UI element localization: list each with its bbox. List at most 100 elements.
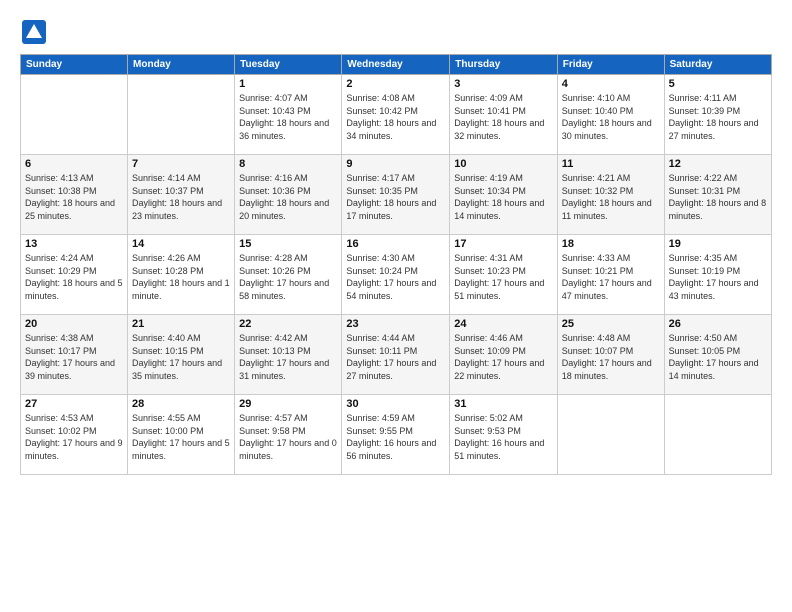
- calendar-cell: 1 Sunrise: 4:07 AM Sunset: 10:43 PM Dayli…: [235, 75, 342, 155]
- day-info: Sunrise: 4:28 AM Sunset: 10:26 PM Daylig…: [239, 252, 337, 302]
- calendar-cell: [21, 75, 128, 155]
- calendar-cell: 15 Sunrise: 4:28 AM Sunset: 10:26 PM Dayl…: [235, 235, 342, 315]
- day-info: Sunrise: 4:53 AM Sunset: 10:02 PM Daylig…: [25, 412, 123, 462]
- calendar-day-header: Tuesday: [235, 55, 342, 75]
- calendar-week-row: 6Sunrise: 4:13 AM Sunset: 10:38 PM Dayli…: [21, 155, 772, 235]
- calendar-cell: 7 Sunrise: 4:14 AM Sunset: 10:37 PM Dayli…: [128, 155, 235, 235]
- day-info: Sunrise: 4:42 AM Sunset: 10:13 PM Daylig…: [239, 332, 337, 382]
- calendar-table: SundayMondayTuesdayWednesdayThursdayFrid…: [20, 54, 772, 475]
- day-info: Sunrise: 4:55 AM Sunset: 10:00 PM Daylig…: [132, 412, 230, 462]
- calendar-day-header: Monday: [128, 55, 235, 75]
- day-number: 17: [454, 238, 552, 250]
- day-number: 28: [132, 398, 230, 410]
- day-info: Sunrise: 4:07 AM Sunset: 10:43 PM Daylig…: [239, 92, 337, 142]
- calendar-cell: 8 Sunrise: 4:16 AM Sunset: 10:36 PM Dayli…: [235, 155, 342, 235]
- calendar-cell: 10 Sunrise: 4:19 AM Sunset: 10:34 PM Dayl…: [450, 155, 557, 235]
- day-number: 8: [239, 158, 337, 170]
- day-info: Sunrise: 4:17 AM Sunset: 10:35 PM Daylig…: [346, 172, 445, 222]
- day-number: 10: [454, 158, 552, 170]
- logo: [20, 18, 52, 46]
- day-number: 29: [239, 398, 337, 410]
- day-info: Sunrise: 4:33 AM Sunset: 10:21 PM Daylig…: [562, 252, 660, 302]
- day-number: 12: [669, 158, 767, 170]
- calendar-cell: 31 Sunrise: 5:02 AM Sunset: 9:53 PM Dayli…: [450, 395, 557, 475]
- calendar-cell: 16 Sunrise: 4:30 AM Sunset: 10:24 PM Dayl…: [342, 235, 450, 315]
- day-number: 23: [346, 318, 445, 330]
- calendar-cell: 18 Sunrise: 4:33 AM Sunset: 10:21 PM Dayl…: [557, 235, 664, 315]
- day-info: Sunrise: 4:14 AM Sunset: 10:37 PM Daylig…: [132, 172, 230, 222]
- calendar-cell: 3Sunrise: 4:09 AM Sunset: 10:41 PM Dayli…: [450, 75, 557, 155]
- calendar-day-header: Sunday: [21, 55, 128, 75]
- day-number: 2: [346, 78, 445, 90]
- calendar-cell: 19 Sunrise: 4:35 AM Sunset: 10:19 PM Dayl…: [664, 235, 771, 315]
- day-number: 20: [25, 318, 123, 330]
- calendar-cell: 6Sunrise: 4:13 AM Sunset: 10:38 PM Dayli…: [21, 155, 128, 235]
- day-number: 18: [562, 238, 660, 250]
- day-number: 4: [562, 78, 660, 90]
- day-number: 19: [669, 238, 767, 250]
- calendar-cell: [664, 395, 771, 475]
- day-number: 15: [239, 238, 337, 250]
- logo-icon: [20, 18, 48, 46]
- calendar-day-header: Thursday: [450, 55, 557, 75]
- day-info: Sunrise: 4:50 AM Sunset: 10:05 PM Daylig…: [669, 332, 767, 382]
- day-number: 11: [562, 158, 660, 170]
- day-info: Sunrise: 4:26 AM Sunset: 10:28 PM Daylig…: [132, 252, 230, 302]
- calendar-cell: 17 Sunrise: 4:31 AM Sunset: 10:23 PM Dayl…: [450, 235, 557, 315]
- day-number: 30: [346, 398, 445, 410]
- day-number: 9: [346, 158, 445, 170]
- day-number: 13: [25, 238, 123, 250]
- day-info: Sunrise: 4:35 AM Sunset: 10:19 PM Daylig…: [669, 252, 767, 302]
- calendar-cell: 9 Sunrise: 4:17 AM Sunset: 10:35 PM Dayli…: [342, 155, 450, 235]
- calendar-cell: 23 Sunrise: 4:44 AM Sunset: 10:11 PM Dayl…: [342, 315, 450, 395]
- day-info: Sunrise: 4:19 AM Sunset: 10:34 PM Daylig…: [454, 172, 552, 222]
- calendar-cell: 27 Sunrise: 4:53 AM Sunset: 10:02 PM Dayl…: [21, 395, 128, 475]
- day-info: Sunrise: 4:59 AM Sunset: 9:55 PM Dayligh…: [346, 412, 445, 462]
- day-info: Sunrise: 4:48 AM Sunset: 10:07 PM Daylig…: [562, 332, 660, 382]
- day-number: 26: [669, 318, 767, 330]
- calendar-cell: 20 Sunrise: 4:38 AM Sunset: 10:17 PM Dayl…: [21, 315, 128, 395]
- day-number: 7: [132, 158, 230, 170]
- calendar-header-row: SundayMondayTuesdayWednesdayThursdayFrid…: [21, 55, 772, 75]
- day-number: 27: [25, 398, 123, 410]
- calendar-cell: 26 Sunrise: 4:50 AM Sunset: 10:05 PM Dayl…: [664, 315, 771, 395]
- day-info: Sunrise: 4:08 AM Sunset: 10:42 PM Daylig…: [346, 92, 445, 142]
- calendar-week-row: 27 Sunrise: 4:53 AM Sunset: 10:02 PM Dayl…: [21, 395, 772, 475]
- day-info: Sunrise: 4:40 AM Sunset: 10:15 PM Daylig…: [132, 332, 230, 382]
- calendar-body: 1 Sunrise: 4:07 AM Sunset: 10:43 PM Dayli…: [21, 75, 772, 475]
- day-info: Sunrise: 4:13 AM Sunset: 10:38 PM Daylig…: [25, 172, 123, 222]
- calendar-cell: 11Sunrise: 4:21 AM Sunset: 10:32 PM Dayl…: [557, 155, 664, 235]
- day-number: 14: [132, 238, 230, 250]
- calendar-week-row: 1 Sunrise: 4:07 AM Sunset: 10:43 PM Dayli…: [21, 75, 772, 155]
- day-info: Sunrise: 4:11 AM Sunset: 10:39 PM Daylig…: [669, 92, 767, 142]
- calendar-cell: [128, 75, 235, 155]
- calendar-day-header: Saturday: [664, 55, 771, 75]
- day-info: Sunrise: 4:38 AM Sunset: 10:17 PM Daylig…: [25, 332, 123, 382]
- day-number: 1: [239, 78, 337, 90]
- day-info: Sunrise: 4:30 AM Sunset: 10:24 PM Daylig…: [346, 252, 445, 302]
- day-info: Sunrise: 4:57 AM Sunset: 9:58 PM Dayligh…: [239, 412, 337, 462]
- day-info: Sunrise: 4:24 AM Sunset: 10:29 PM Daylig…: [25, 252, 123, 302]
- day-info: Sunrise: 4:31 AM Sunset: 10:23 PM Daylig…: [454, 252, 552, 302]
- calendar-cell: 21Sunrise: 4:40 AM Sunset: 10:15 PM Dayl…: [128, 315, 235, 395]
- calendar-cell: 12 Sunrise: 4:22 AM Sunset: 10:31 PM Dayl…: [664, 155, 771, 235]
- day-info: Sunrise: 4:22 AM Sunset: 10:31 PM Daylig…: [669, 172, 767, 222]
- day-number: 24: [454, 318, 552, 330]
- day-number: 16: [346, 238, 445, 250]
- calendar-cell: 14 Sunrise: 4:26 AM Sunset: 10:28 PM Dayl…: [128, 235, 235, 315]
- day-info: Sunrise: 4:16 AM Sunset: 10:36 PM Daylig…: [239, 172, 337, 222]
- calendar-day-header: Friday: [557, 55, 664, 75]
- header: [20, 18, 772, 46]
- day-info: Sunrise: 5:02 AM Sunset: 9:53 PM Dayligh…: [454, 412, 552, 462]
- calendar-cell: 24Sunrise: 4:46 AM Sunset: 10:09 PM Dayl…: [450, 315, 557, 395]
- day-number: 5: [669, 78, 767, 90]
- day-info: Sunrise: 4:09 AM Sunset: 10:41 PM Daylig…: [454, 92, 552, 142]
- day-info: Sunrise: 4:44 AM Sunset: 10:11 PM Daylig…: [346, 332, 445, 382]
- day-number: 25: [562, 318, 660, 330]
- calendar-cell: 25 Sunrise: 4:48 AM Sunset: 10:07 PM Dayl…: [557, 315, 664, 395]
- day-number: 22: [239, 318, 337, 330]
- page: SundayMondayTuesdayWednesdayThursdayFrid…: [0, 0, 792, 612]
- day-number: 31: [454, 398, 552, 410]
- calendar-week-row: 13 Sunrise: 4:24 AM Sunset: 10:29 PM Dayl…: [21, 235, 772, 315]
- calendar-cell: 2 Sunrise: 4:08 AM Sunset: 10:42 PM Dayli…: [342, 75, 450, 155]
